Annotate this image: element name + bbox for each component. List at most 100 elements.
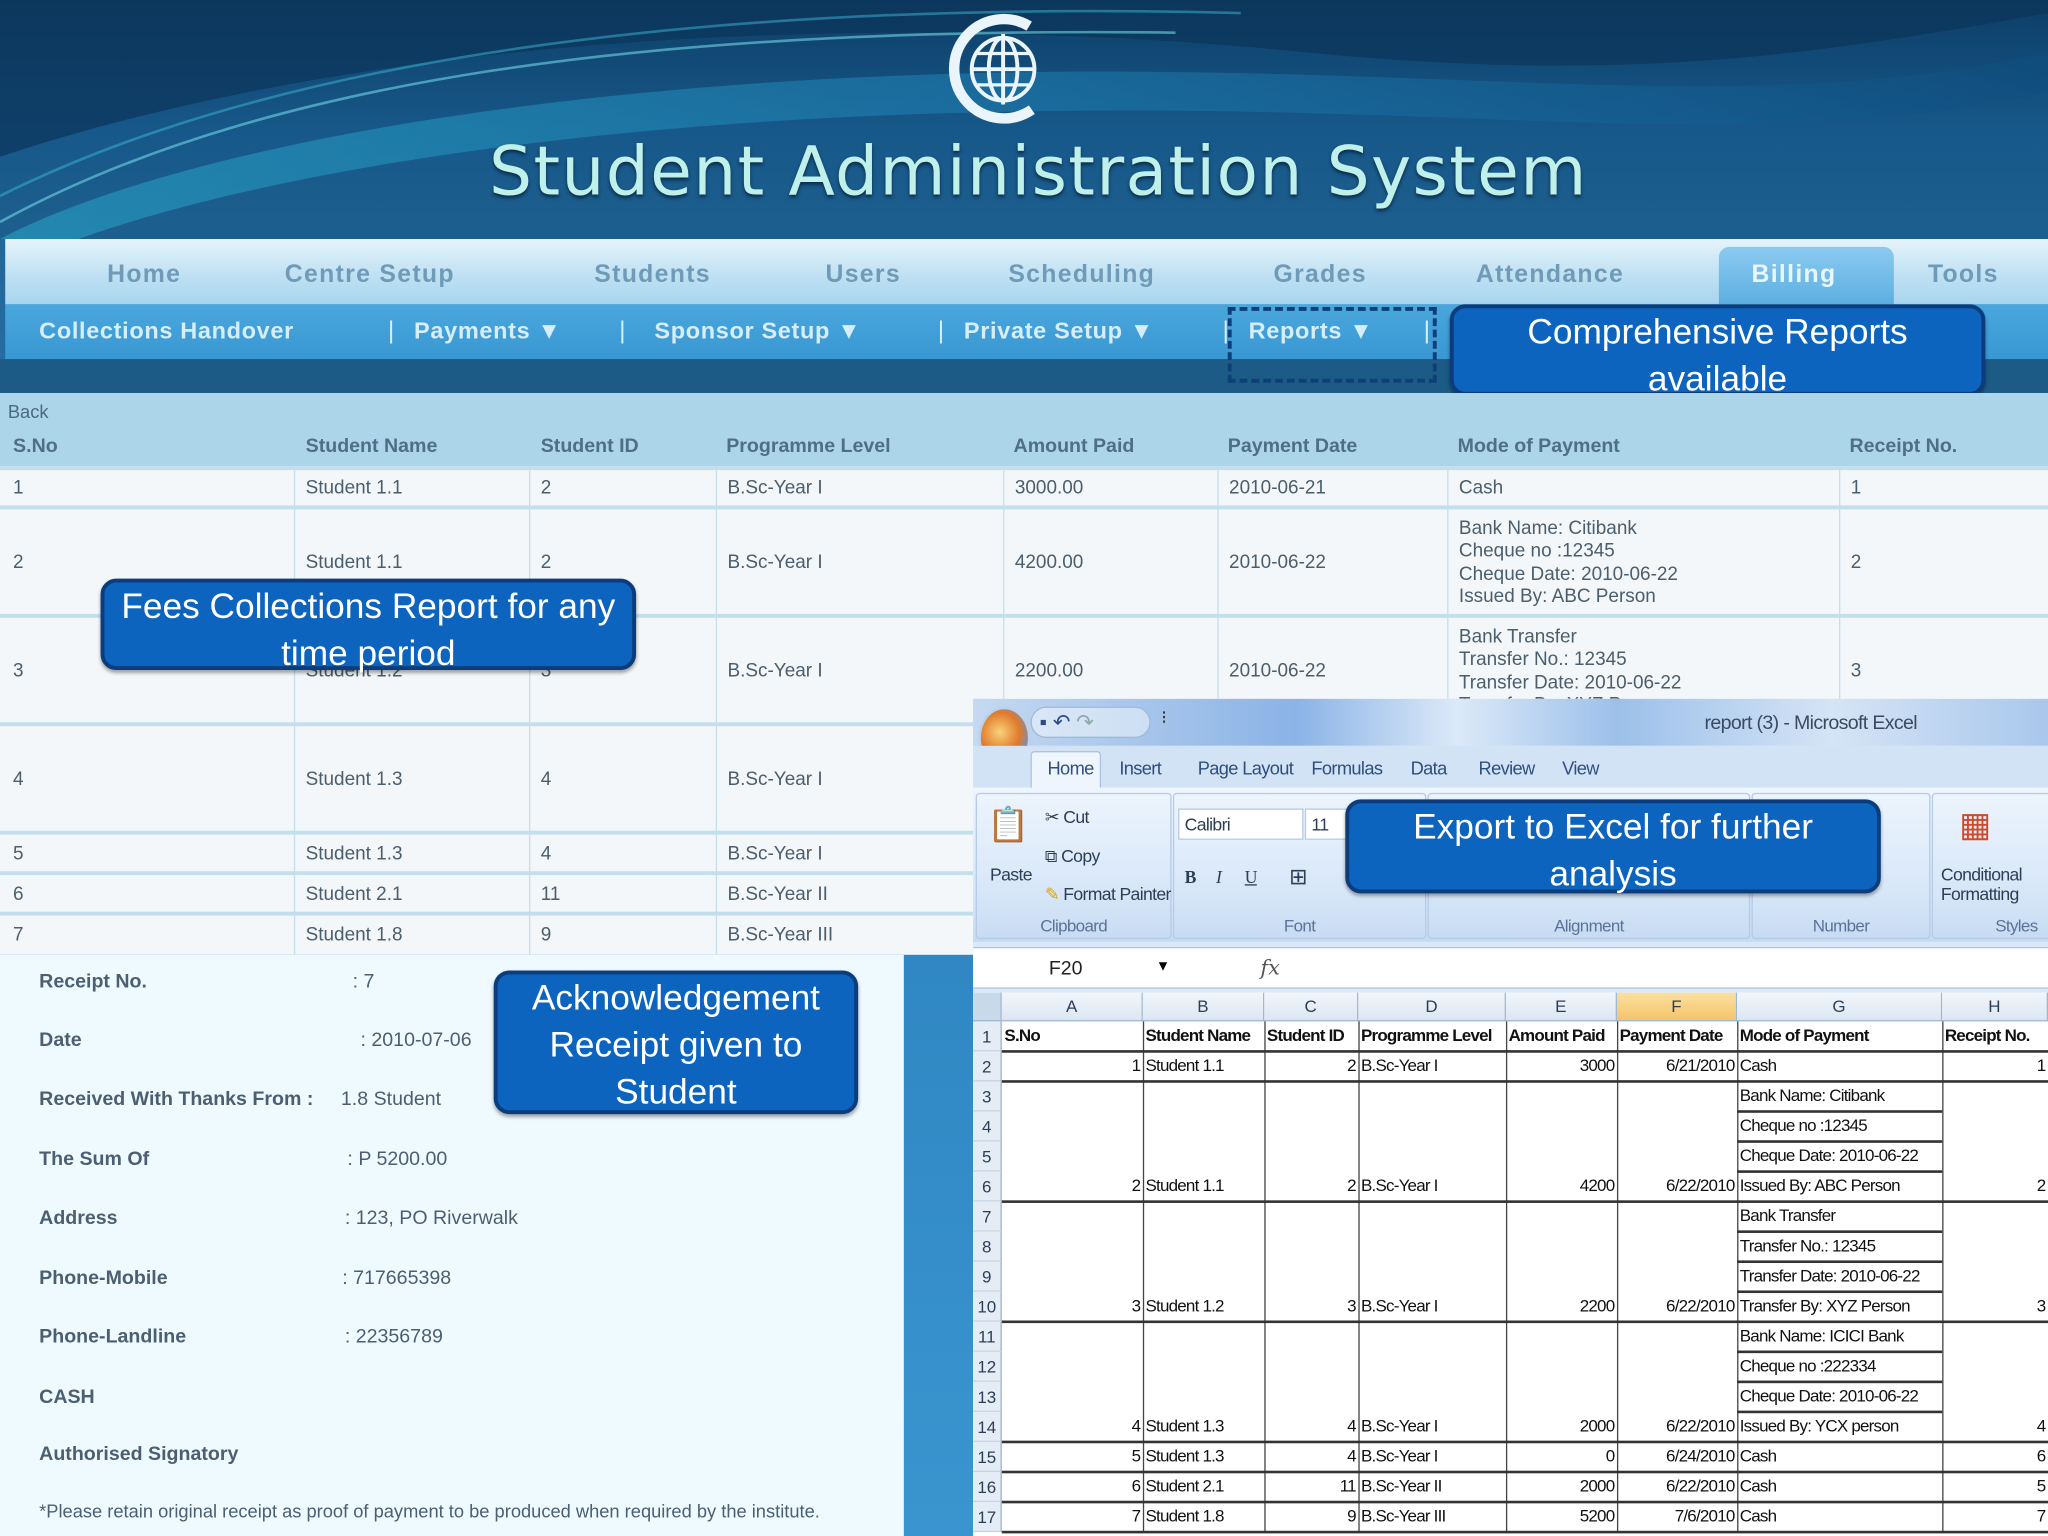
excel-cell[interactable]: Payment Date xyxy=(1617,1021,1737,1051)
excel-cell[interactable]: B.Sc-Year II xyxy=(1358,1472,1506,1502)
excel-cell[interactable]: Mode of Payment xyxy=(1737,1021,1942,1051)
excel-cell[interactable]: 2000 xyxy=(1506,1412,1617,1442)
conditional-formatting-button[interactable]: Conditional Formatting xyxy=(1941,865,2023,904)
column-header-G[interactable]: G xyxy=(1737,992,1943,1022)
excel-cell[interactable]: 7/6/2010 xyxy=(1617,1502,1737,1532)
excel-cell[interactable]: Cheque Date: 2010-06-22 xyxy=(1737,1142,1942,1172)
select-all-corner[interactable] xyxy=(973,992,1002,1022)
excel-cell[interactable]: Transfer No.: 12345 xyxy=(1737,1232,1942,1262)
row-header[interactable]: 10 xyxy=(973,1291,1002,1322)
excel-cell[interactable]: 6/21/2010 xyxy=(1617,1051,1737,1081)
row-header[interactable]: 14 xyxy=(973,1411,1002,1442)
excel-cell[interactable]: Student 2.1 xyxy=(1143,1472,1264,1502)
nav-tools[interactable]: Tools xyxy=(1928,261,1999,290)
tab-formulas[interactable]: Formulas xyxy=(1311,758,1383,779)
tab-view[interactable]: View xyxy=(1562,758,1599,779)
row-header[interactable]: 16 xyxy=(973,1471,1002,1503)
nav-home[interactable]: Home xyxy=(107,261,181,290)
excel-cell[interactable]: Cheque no :222334 xyxy=(1737,1352,1942,1382)
excel-cell[interactable]: 4 xyxy=(1264,1442,1358,1472)
excel-cell[interactable]: Student 1.1 xyxy=(1143,1172,1264,1202)
excel-cell[interactable]: 4 xyxy=(1264,1412,1358,1442)
row-header[interactable]: 5 xyxy=(973,1141,1002,1172)
row-header[interactable]: 2 xyxy=(973,1051,1002,1082)
nav-centre-setup[interactable]: Centre Setup xyxy=(285,261,455,290)
excel-cell[interactable]: 11 xyxy=(1264,1472,1358,1502)
redo-icon[interactable]: ↷ xyxy=(1076,712,1094,734)
excel-cell[interactable]: 7 xyxy=(1002,1502,1143,1532)
excel-cell[interactable]: 2 xyxy=(1264,1172,1358,1202)
excel-cell[interactable]: Student 1.3 xyxy=(1143,1412,1264,1442)
nav-users[interactable]: Users xyxy=(825,261,901,290)
excel-cell[interactable]: B.Sc-Year I xyxy=(1358,1412,1506,1442)
row-header[interactable]: 1 xyxy=(973,1021,1002,1052)
column-header-F[interactable]: F xyxy=(1616,992,1738,1022)
excel-cell[interactable]: 5 xyxy=(1002,1442,1143,1472)
excel-cell[interactable]: Student 1.2 xyxy=(1143,1292,1264,1322)
excel-cell[interactable]: Cash xyxy=(1737,1472,1942,1502)
excel-cell[interactable]: Amount Paid xyxy=(1506,1021,1617,1051)
excel-cell[interactable]: 5 xyxy=(1942,1472,2048,1502)
back-link[interactable]: Back xyxy=(8,401,49,422)
excel-cell[interactable]: Cash xyxy=(1737,1051,1942,1081)
nav-students[interactable]: Students xyxy=(594,261,711,290)
excel-cell[interactable]: Student Name xyxy=(1143,1021,1264,1051)
bold-button[interactable]: B xyxy=(1185,867,1197,888)
excel-cell[interactable]: 3 xyxy=(1942,1292,2048,1322)
excel-cell[interactable]: 0 xyxy=(1506,1442,1617,1472)
excel-cell[interactable]: 2 xyxy=(1002,1172,1143,1202)
excel-cell[interactable]: B.Sc-Year I xyxy=(1358,1292,1506,1322)
row-header[interactable]: 13 xyxy=(973,1381,1002,1412)
row-header[interactable]: 17 xyxy=(973,1502,1002,1533)
row-header[interactable]: 3 xyxy=(973,1081,1002,1112)
excel-cell[interactable]: Cash xyxy=(1737,1502,1942,1532)
tab-data[interactable]: Data xyxy=(1411,758,1448,779)
row-header[interactable]: 12 xyxy=(973,1351,1002,1382)
column-header-A[interactable]: A xyxy=(1001,992,1143,1022)
spreadsheet-grid[interactable]: A B C D E F G H 1 S.No Student Name Student ID Progr… xyxy=(973,992,2048,1536)
excel-cell[interactable]: 2200 xyxy=(1506,1292,1617,1322)
excel-cell[interactable]: S.No xyxy=(1002,1021,1143,1051)
excel-cell[interactable]: 1 xyxy=(1002,1051,1143,1081)
subnav-collections-handover[interactable]: Collections Handover xyxy=(39,317,294,344)
font-name-select[interactable]: Calibri xyxy=(1178,808,1304,840)
row-header[interactable]: 8 xyxy=(973,1231,1002,1262)
excel-cell[interactable]: 4 xyxy=(1002,1412,1143,1442)
excel-cell[interactable]: Bank Name: Citibank xyxy=(1737,1081,1942,1111)
excel-cell[interactable]: 2000 xyxy=(1506,1472,1617,1502)
excel-cell[interactable]: 6/22/2010 xyxy=(1617,1172,1737,1202)
row-header[interactable]: 15 xyxy=(973,1441,1002,1472)
excel-cell[interactable]: 4200 xyxy=(1506,1172,1617,1202)
excel-cell[interactable]: 7 xyxy=(1942,1502,2048,1532)
row-header[interactable]: 6 xyxy=(973,1171,1002,1202)
excel-cell[interactable]: B.Sc-Year I xyxy=(1358,1051,1506,1081)
undo-icon[interactable]: ↶ xyxy=(1053,712,1071,734)
excel-cell[interactable]: Transfer By: XYZ Person xyxy=(1737,1292,1942,1322)
row-header[interactable]: 7 xyxy=(973,1201,1002,1232)
nav-attendance[interactable]: Attendance xyxy=(1476,261,1624,290)
column-header-C[interactable]: C xyxy=(1264,992,1359,1022)
column-header-E[interactable]: E xyxy=(1505,992,1617,1022)
column-header-H[interactable]: H xyxy=(1942,992,2048,1022)
excel-cell[interactable]: Student 1.1 xyxy=(1143,1051,1264,1081)
customize-toolbar-icon[interactable]: ⁝ xyxy=(1161,707,1167,729)
underline-button[interactable]: U xyxy=(1245,867,1258,888)
excel-cell[interactable]: 6/22/2010 xyxy=(1617,1472,1737,1502)
excel-cell[interactable]: B.Sc-Year I xyxy=(1358,1172,1506,1202)
row-header[interactable]: 9 xyxy=(973,1261,1002,1292)
italic-button[interactable]: I xyxy=(1216,867,1222,888)
cut-button[interactable]: ✂ Cut xyxy=(1045,807,1090,828)
excel-cell[interactable]: 9 xyxy=(1264,1502,1358,1532)
excel-cell[interactable]: 6 xyxy=(1942,1442,2048,1472)
excel-cell[interactable]: Programme Level xyxy=(1358,1021,1506,1051)
excel-cell[interactable]: Receipt No. xyxy=(1942,1021,2048,1051)
subnav-sponsor-setup[interactable]: Sponsor Setup ▼ xyxy=(654,317,861,344)
nav-grades[interactable]: Grades xyxy=(1273,261,1366,290)
excel-cell[interactable]: Transfer Date: 2010-06-22 xyxy=(1737,1262,1942,1292)
column-header-D[interactable]: D xyxy=(1358,992,1506,1022)
excel-cell[interactable]: Issued By: YCX person xyxy=(1737,1412,1942,1442)
excel-cell[interactable]: Bank Name: ICICI Bank xyxy=(1737,1322,1942,1352)
save-icon[interactable]: ▪ xyxy=(1040,712,1047,734)
excel-cell[interactable]: 4 xyxy=(1942,1412,2048,1442)
excel-cell[interactable]: Student 1.8 xyxy=(1143,1502,1264,1532)
